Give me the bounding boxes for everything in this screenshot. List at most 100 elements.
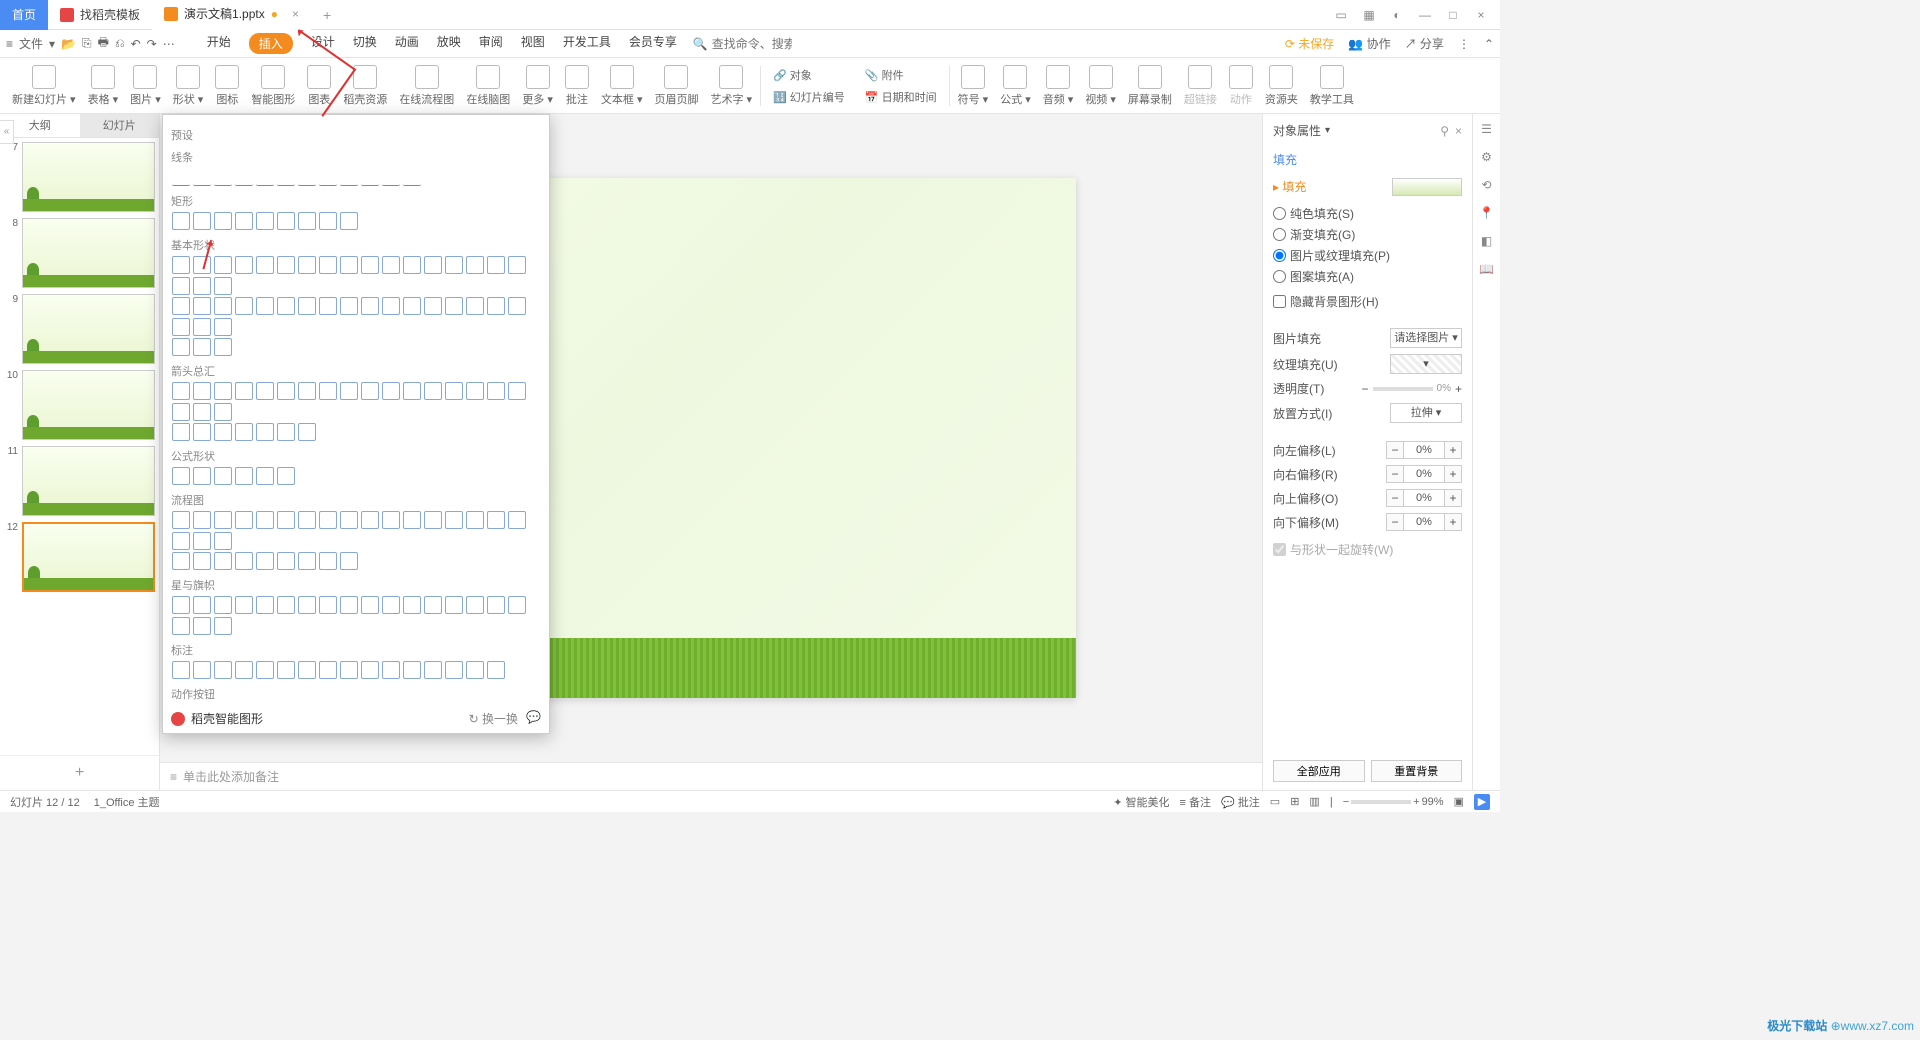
shape-item[interactable]	[340, 552, 358, 570]
shape-item[interactable]	[508, 511, 526, 529]
ribbon-图标[interactable]: 图标	[209, 65, 245, 107]
view-normal-icon[interactable]: ▭	[1270, 795, 1280, 808]
shape-item[interactable]	[172, 532, 190, 550]
shape-item[interactable]	[256, 596, 274, 614]
shape-item[interactable]	[403, 661, 421, 679]
rail-pin-icon[interactable]: 📍	[1479, 206, 1494, 220]
offset-stepper[interactable]: −0%+	[1386, 489, 1462, 507]
shape-item[interactable]	[193, 338, 211, 356]
prop-select[interactable]: 请选择图片 ▾	[1390, 328, 1462, 348]
shape-item[interactable]	[277, 511, 295, 529]
tab-review[interactable]: 审阅	[479, 33, 503, 54]
shape-item[interactable]	[256, 552, 274, 570]
shape-item[interactable]	[256, 297, 274, 315]
shape-item[interactable]	[340, 256, 358, 274]
shape-item[interactable]	[403, 297, 421, 315]
shape-item[interactable]	[508, 382, 526, 400]
shape-item[interactable]	[277, 661, 295, 679]
shape-item[interactable]	[256, 256, 274, 274]
shape-item[interactable]	[298, 168, 316, 186]
shape-item[interactable]	[214, 403, 232, 421]
new-tab-button[interactable]: +	[311, 0, 343, 30]
shape-item[interactable]	[256, 661, 274, 679]
shape-item[interactable]	[193, 423, 211, 441]
shape-item[interactable]	[403, 382, 421, 400]
fill-radio[interactable]: 图案填充(A)	[1273, 268, 1462, 285]
shape-item[interactable]	[403, 168, 421, 186]
ribbon-符号[interactable]: 符号 ▾	[952, 65, 995, 107]
redo-icon[interactable]: ↷	[147, 37, 157, 51]
offset-stepper[interactable]: −0%+	[1386, 465, 1462, 483]
ribbon-智能图形[interactable]: 智能图形	[245, 65, 301, 107]
shape-item[interactable]	[382, 596, 400, 614]
ribbon-页眉页脚[interactable]: 页眉页脚	[648, 65, 704, 107]
shape-item[interactable]	[277, 256, 295, 274]
slide-thumbnail[interactable]: 9	[4, 294, 155, 364]
slide-thumbnail[interactable]: 7	[4, 142, 155, 212]
shape-item[interactable]	[214, 297, 232, 315]
shape-item[interactable]	[172, 338, 190, 356]
shape-item[interactable]	[277, 552, 295, 570]
zoom-in-button[interactable]: +	[1413, 796, 1419, 808]
ribbon-屏幕录制[interactable]: 屏幕录制	[1122, 65, 1178, 107]
shape-item[interactable]	[193, 256, 211, 274]
tab-slideshow[interactable]: 放映	[437, 33, 461, 54]
shape-item[interactable]	[172, 552, 190, 570]
save-icon[interactable]: ⎘	[82, 36, 92, 51]
shape-item[interactable]	[256, 382, 274, 400]
shape-item[interactable]	[193, 382, 211, 400]
refresh-button[interactable]: ↻ 换一换	[469, 710, 518, 727]
shape-item[interactable]	[172, 423, 190, 441]
shape-item[interactable]	[382, 168, 400, 186]
shape-item[interactable]	[214, 318, 232, 336]
command-search[interactable]: 🔍	[693, 37, 792, 51]
smart-graphic-tpl[interactable]	[447, 733, 531, 734]
shape-item[interactable]	[172, 212, 190, 230]
slide-thumbnail[interactable]: 10	[4, 370, 155, 440]
shape-item[interactable]	[172, 511, 190, 529]
file-menu-chevron[interactable]: ▾	[49, 37, 55, 51]
shape-item[interactable]	[193, 617, 211, 635]
shape-item[interactable]	[340, 382, 358, 400]
panel-close-icon[interactable]: ×	[1455, 124, 1462, 138]
tab-transition[interactable]: 切换	[353, 33, 377, 54]
shape-item[interactable]	[193, 661, 211, 679]
shape-item[interactable]	[193, 467, 211, 485]
shape-item[interactable]	[361, 297, 379, 315]
fill-radio[interactable]: 渐变填充(G)	[1273, 226, 1462, 243]
shape-item[interactable]	[445, 511, 463, 529]
shape-item[interactable]	[277, 212, 295, 230]
shape-item[interactable]	[172, 596, 190, 614]
shape-item[interactable]	[277, 297, 295, 315]
shape-item[interactable]	[466, 382, 484, 400]
shape-item[interactable]	[214, 338, 232, 356]
status-notes-button[interactable]: ≡ 备注	[1180, 794, 1211, 810]
shape-item[interactable]	[340, 168, 358, 186]
status-comments-button[interactable]: 💬 批注	[1221, 794, 1260, 810]
panel-pin-icon[interactable]: ⚲	[1440, 124, 1449, 138]
shape-item[interactable]	[403, 256, 421, 274]
shape-item[interactable]	[298, 661, 316, 679]
shape-item[interactable]	[214, 552, 232, 570]
shape-item[interactable]	[340, 212, 358, 230]
shape-item[interactable]	[172, 277, 190, 295]
shape-item[interactable]	[298, 297, 316, 315]
shape-item[interactable]	[256, 423, 274, 441]
shape-item[interactable]	[193, 596, 211, 614]
ribbon-🔗 对象[interactable]: 🔗 对象	[767, 65, 851, 85]
shape-item[interactable]	[214, 661, 232, 679]
smart-graphic-tpl[interactable]	[171, 733, 255, 734]
share-button[interactable]: ↗ 分享	[1405, 35, 1444, 52]
shape-item[interactable]	[193, 212, 211, 230]
tab-member[interactable]: 会员专享	[629, 33, 677, 54]
ribbon-更多[interactable]: 更多 ▾	[516, 65, 559, 107]
tab-developer[interactable]: 开发工具	[563, 33, 611, 54]
shape-item[interactable]	[361, 168, 379, 186]
shape-item[interactable]	[403, 511, 421, 529]
shape-item[interactable]	[340, 661, 358, 679]
ribbon-在线脑图[interactable]: 在线脑图	[460, 65, 516, 107]
shape-item[interactable]	[298, 552, 316, 570]
shape-item[interactable]	[277, 382, 295, 400]
ribbon-教学工具[interactable]: 教学工具	[1304, 65, 1360, 107]
ribbon-新建幻灯片[interactable]: 新建幻灯片 ▾	[6, 65, 82, 107]
